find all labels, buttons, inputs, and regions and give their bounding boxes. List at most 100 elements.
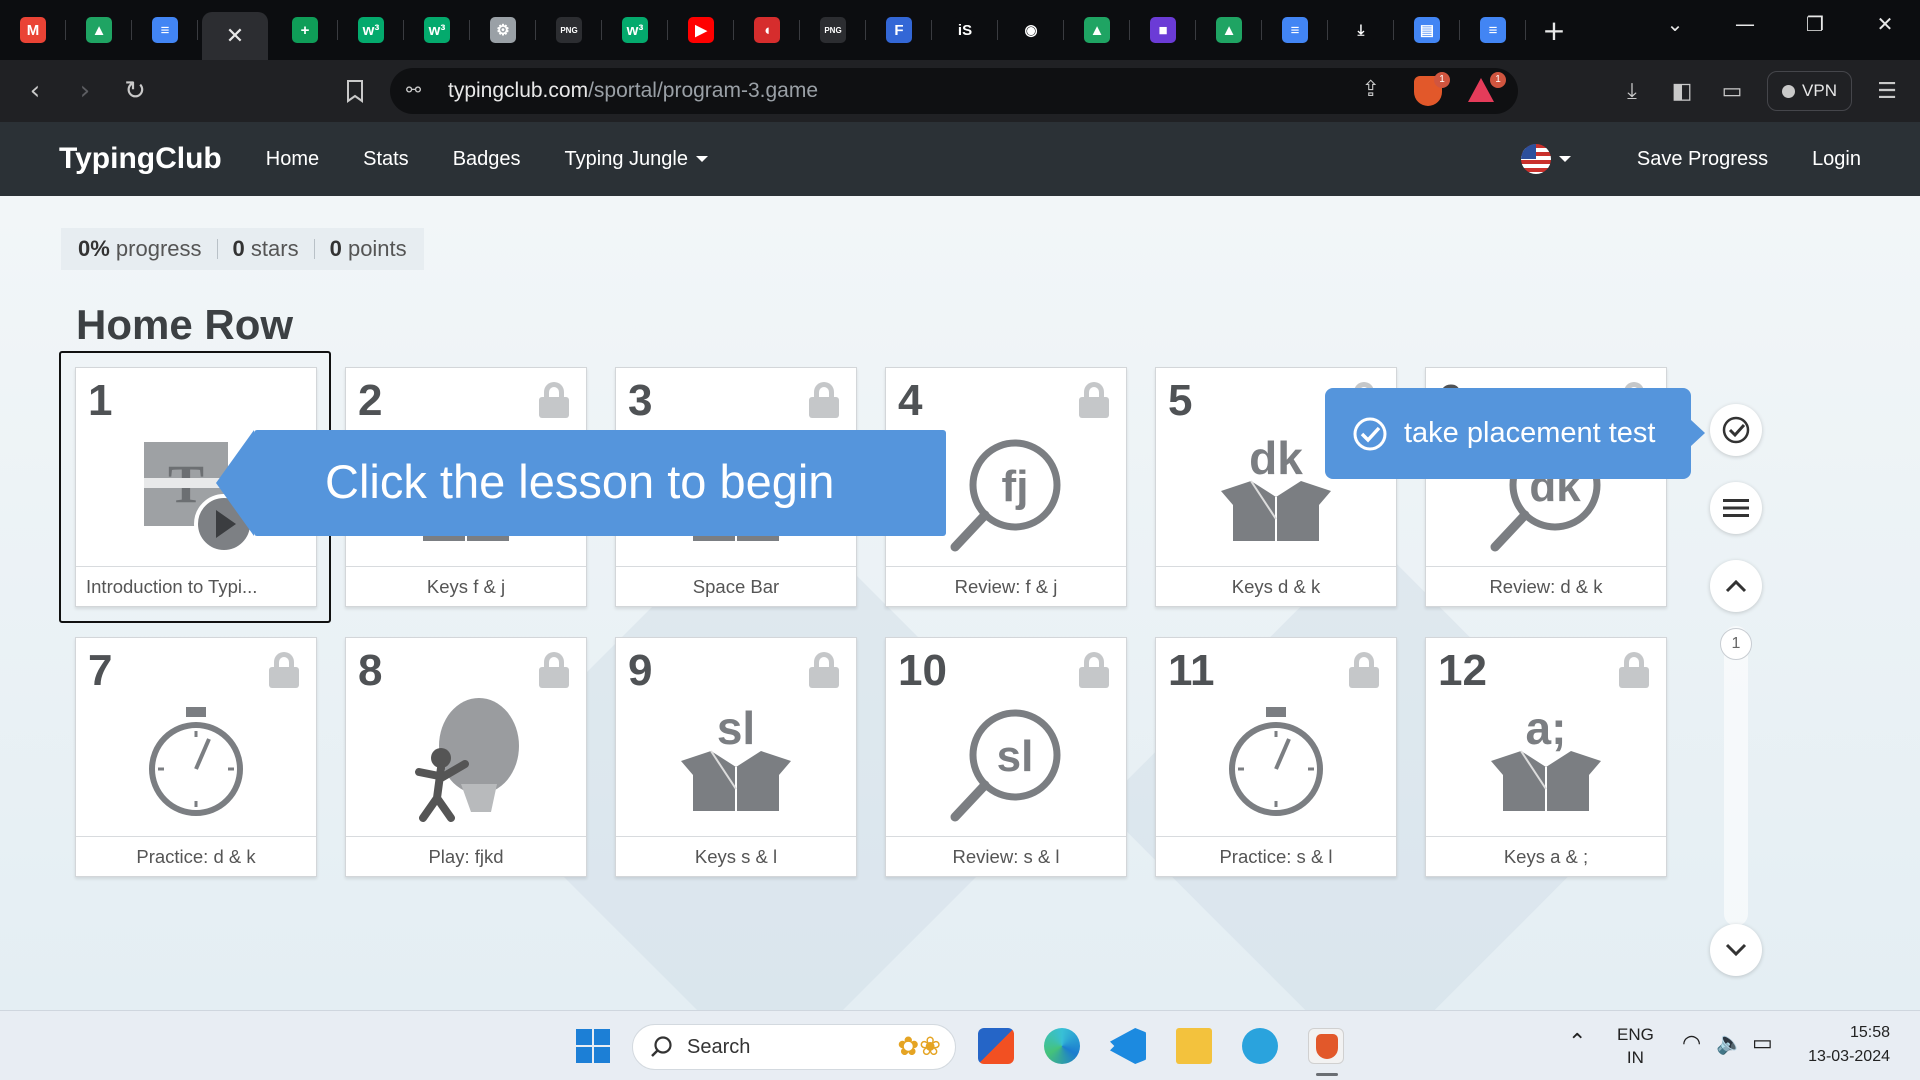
browser-tab[interactable]: iS xyxy=(932,0,998,60)
settings-icon: ⚙ xyxy=(490,17,516,43)
lesson-card[interactable]: 7 Practice: d & k xyxy=(75,637,317,877)
save-progress-link[interactable]: Save Progress xyxy=(1637,148,1768,171)
google-drive-icon: ▲ xyxy=(1084,17,1110,43)
lesson-label: Keys f & j xyxy=(346,566,586,606)
lesson-number: 2 xyxy=(358,376,383,425)
sidebar-icon[interactable]: ◧ xyxy=(1657,79,1707,104)
browser-tab[interactable]: ⤓ xyxy=(1328,0,1394,60)
reload-button[interactable]: ↻ xyxy=(110,71,160,111)
battery-icon[interactable]: ▭ xyxy=(1752,1031,1773,1056)
browser-tab[interactable]: ▲ xyxy=(1064,0,1130,60)
close-window-button[interactable]: ✕ xyxy=(1850,12,1920,36)
minimize-button[interactable]: — xyxy=(1710,12,1780,36)
downloads-icon[interactable]: ⤓ xyxy=(1607,79,1657,104)
scroll-down-button[interactable] xyxy=(1710,924,1762,976)
lesson-label: Review: s & l xyxy=(886,836,1126,876)
nav-typing-jungle[interactable]: Typing Jungle xyxy=(565,148,708,171)
placement-check-button[interactable] xyxy=(1710,404,1762,456)
lesson-card[interactable]: 12 a; Keys a & ; xyxy=(1425,637,1667,877)
browser-tab[interactable]: PNG xyxy=(800,0,866,60)
browser-tab[interactable]: w³ xyxy=(338,0,404,60)
browser-tab[interactable]: ▶ xyxy=(668,0,734,60)
chevron-down-icon xyxy=(695,156,708,163)
browser-tab[interactable]: PNG xyxy=(536,0,602,60)
back-button[interactable]: ‹ xyxy=(10,71,60,111)
is-icon: iS xyxy=(952,17,978,43)
browser-tab-strip: M ▲ ≡ ✕ + w³ w³ ⚙ PNG w³ ▶ ◖ PNG FiS ◉ ▲ ■ ▲ ≡ ⤓ ▤ ≡ + xyxy=(0,0,1920,60)
browser-tab[interactable]: ■ xyxy=(1130,0,1196,60)
forward-button[interactable]: › xyxy=(60,71,110,111)
browser-tab[interactable]: w³ xyxy=(404,0,470,60)
forms-icon: F xyxy=(886,17,912,43)
volume-icon[interactable]: 🔈 xyxy=(1716,1031,1743,1056)
browser-tab[interactable]: + xyxy=(272,0,338,60)
browser-tab[interactable]: ≡ xyxy=(132,0,198,60)
lesson-card[interactable]: 9 sl Keys s & l xyxy=(615,637,857,877)
brave-browser-taskbar-item[interactable] xyxy=(1308,1028,1344,1064)
placement-test-button[interactable]: take placement test xyxy=(1325,388,1705,479)
lock-icon xyxy=(269,652,299,688)
vscode-icon[interactable] xyxy=(1110,1028,1146,1064)
lesson-label: Review: d & k xyxy=(1426,566,1666,606)
lesson-card[interactable]: 8 Play: fjkd xyxy=(345,637,587,877)
chevron-up-icon xyxy=(1725,579,1747,593)
browser-tab[interactable]: ≡ xyxy=(1262,0,1328,60)
check-circle-icon xyxy=(1353,417,1387,450)
share-icon[interactable]: ⇪ xyxy=(1362,77,1380,102)
url-text[interactable]: typingclub.com/sportal/program-3.game xyxy=(448,79,818,103)
us-flag-icon[interactable] xyxy=(1520,144,1551,174)
google-drive-icon: ▲ xyxy=(1216,17,1242,43)
lesson-card[interactable]: 10 sl Review: s & l xyxy=(885,637,1127,877)
language-chevron-down-icon[interactable] xyxy=(1558,156,1571,162)
language-indicator[interactable]: ENG IN xyxy=(1617,1023,1654,1069)
windows-start-icon[interactable] xyxy=(576,1029,610,1063)
nav-badges[interactable]: Badges xyxy=(453,148,521,171)
wifi-icon[interactable]: ◠ xyxy=(1682,1031,1701,1056)
site-settings-icon[interactable]: ⚯ xyxy=(406,80,428,102)
edge-browser-icon[interactable] xyxy=(1044,1028,1080,1064)
lesson-card[interactable]: 11 Practice: s & l xyxy=(1155,637,1397,877)
system-clock[interactable]: 15:58 13-03-2024 xyxy=(1808,1021,1890,1069)
menu-icon[interactable]: ☰ xyxy=(1862,79,1912,104)
svg-text:sl: sl xyxy=(717,702,755,754)
close-icon[interactable]: ✕ xyxy=(226,24,244,49)
typingclub-logo[interactable]: TypingClub xyxy=(59,142,222,176)
window-controls: ⌄ — ❐ ✕ xyxy=(1640,0,1920,48)
nav-stats[interactable]: Stats xyxy=(363,148,409,171)
browser-tab[interactable]: ≡ xyxy=(1460,0,1526,60)
browser-tab[interactable]: ◖ xyxy=(734,0,800,60)
nav-home[interactable]: Home xyxy=(266,148,319,171)
browser-tab[interactable]: ▲ xyxy=(1196,0,1262,60)
page-scroll-track[interactable] xyxy=(1724,626,1748,926)
progress-stars: 0 stars xyxy=(232,236,299,261)
download-icon: ⤓ xyxy=(1348,17,1374,43)
file-explorer-icon[interactable] xyxy=(1176,1028,1212,1064)
lesson-list-button[interactable] xyxy=(1710,482,1762,534)
browser-tab[interactable]: ✕ xyxy=(202,12,268,60)
browser-tab[interactable]: ▤ xyxy=(1394,0,1460,60)
lesson-label: Practice: s & l xyxy=(1156,836,1396,876)
bookmark-icon[interactable] xyxy=(330,71,380,111)
vpn-button[interactable]: VPN xyxy=(1767,71,1852,111)
browser-tab[interactable]: ▲ xyxy=(66,0,132,60)
show-hidden-icons-chevron-icon[interactable]: ⌃ xyxy=(1568,1030,1586,1055)
browser-tab[interactable]: F xyxy=(866,0,932,60)
wallet-icon[interactable]: ▭ xyxy=(1707,79,1757,104)
lesson-number: 7 xyxy=(88,646,113,695)
telegram-icon[interactable] xyxy=(1242,1028,1278,1064)
browser-tab[interactable]: M xyxy=(0,0,66,60)
restore-button[interactable]: ❐ xyxy=(1780,12,1850,36)
new-tab-button[interactable]: + xyxy=(1526,14,1582,47)
address-bar[interactable]: ⚯ typingclub.com/sportal/program-3.game … xyxy=(390,68,1518,114)
page-indicator[interactable]: 1 xyxy=(1720,628,1752,660)
taskbar-search-box[interactable]: Search ✿❀ xyxy=(632,1024,956,1070)
login-link[interactable]: Login xyxy=(1812,148,1861,171)
section-title: Home Row xyxy=(76,301,294,348)
browser-tab[interactable]: ◉ xyxy=(998,0,1064,60)
microsoft-store-icon[interactable] xyxy=(978,1028,1014,1064)
w3schools-icon: w³ xyxy=(424,17,450,43)
browser-tab[interactable]: w³ xyxy=(602,0,668,60)
browser-tab[interactable]: ⚙ xyxy=(470,0,536,60)
tab-search-chevron-icon[interactable]: ⌄ xyxy=(1640,12,1710,36)
scroll-up-button[interactable] xyxy=(1710,560,1762,612)
